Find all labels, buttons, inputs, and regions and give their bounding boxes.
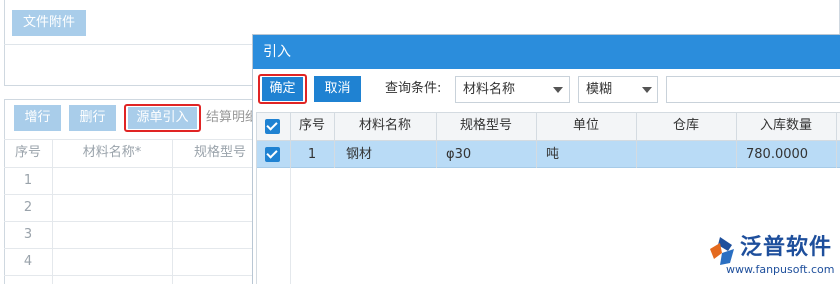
match-select[interactable]: 模糊 xyxy=(578,76,658,103)
confirm-button[interactable]: 确定 xyxy=(262,77,303,101)
match-select-value: 模糊 xyxy=(586,82,613,97)
search-input[interactable] xyxy=(666,76,840,103)
header-unit: 单位 xyxy=(572,118,599,133)
select-all-checkbox[interactable] xyxy=(265,119,280,134)
field-select[interactable]: 材料名称 xyxy=(455,76,570,103)
bg-row-index: 3 xyxy=(23,227,33,242)
logo-url-text: www.fanpusoft.com xyxy=(726,263,835,276)
row-checkbox[interactable] xyxy=(265,147,280,162)
header-quantity: 入库数量 xyxy=(759,118,812,133)
header-material-name: 材料名称 xyxy=(358,118,411,133)
field-select-value: 材料名称 xyxy=(463,82,516,97)
import-source-button[interactable]: 源单引入 xyxy=(128,107,197,129)
bg-row-index: 1 xyxy=(23,173,33,188)
header-spec: 规格型号 xyxy=(459,118,512,133)
cancel-button[interactable]: 取消 xyxy=(314,76,361,102)
chevron-down-icon xyxy=(642,87,652,93)
bg-row-index: 2 xyxy=(23,200,33,215)
bg-row-index: 4 xyxy=(23,254,33,269)
logo-brand-text: 泛普软件 xyxy=(740,235,833,260)
add-row-button[interactable]: 增行 xyxy=(14,105,61,131)
cell-spec: φ30 xyxy=(446,147,472,162)
delete-row-button[interactable]: 删行 xyxy=(69,105,116,131)
file-attachment-button[interactable]: 文件附件 xyxy=(12,10,86,36)
cell-unit: 吨 xyxy=(546,147,560,162)
settlement-detail-tab[interactable]: 结算明细 xyxy=(206,105,258,131)
fanpusoft-logo: 泛普软件 www.fanpusoft.com xyxy=(706,233,838,283)
cell-quantity: 780.0000 xyxy=(746,147,809,162)
background-table: 序号 材料名称* 规格型号 1 2 3 4 xyxy=(4,139,254,284)
bg-header-material-name: 材料名称* xyxy=(82,145,142,160)
cell-index: 1 xyxy=(307,147,317,162)
header-warehouse: 仓库 xyxy=(672,118,699,133)
cell-material-name: 钢材 xyxy=(346,147,373,162)
bg-header-index: 序号 xyxy=(14,145,41,160)
header-index: 序号 xyxy=(298,118,325,133)
chevron-down-icon xyxy=(553,87,563,93)
dialog-title: 引入 xyxy=(253,35,840,69)
query-condition-label: 查询条件: xyxy=(385,81,442,96)
